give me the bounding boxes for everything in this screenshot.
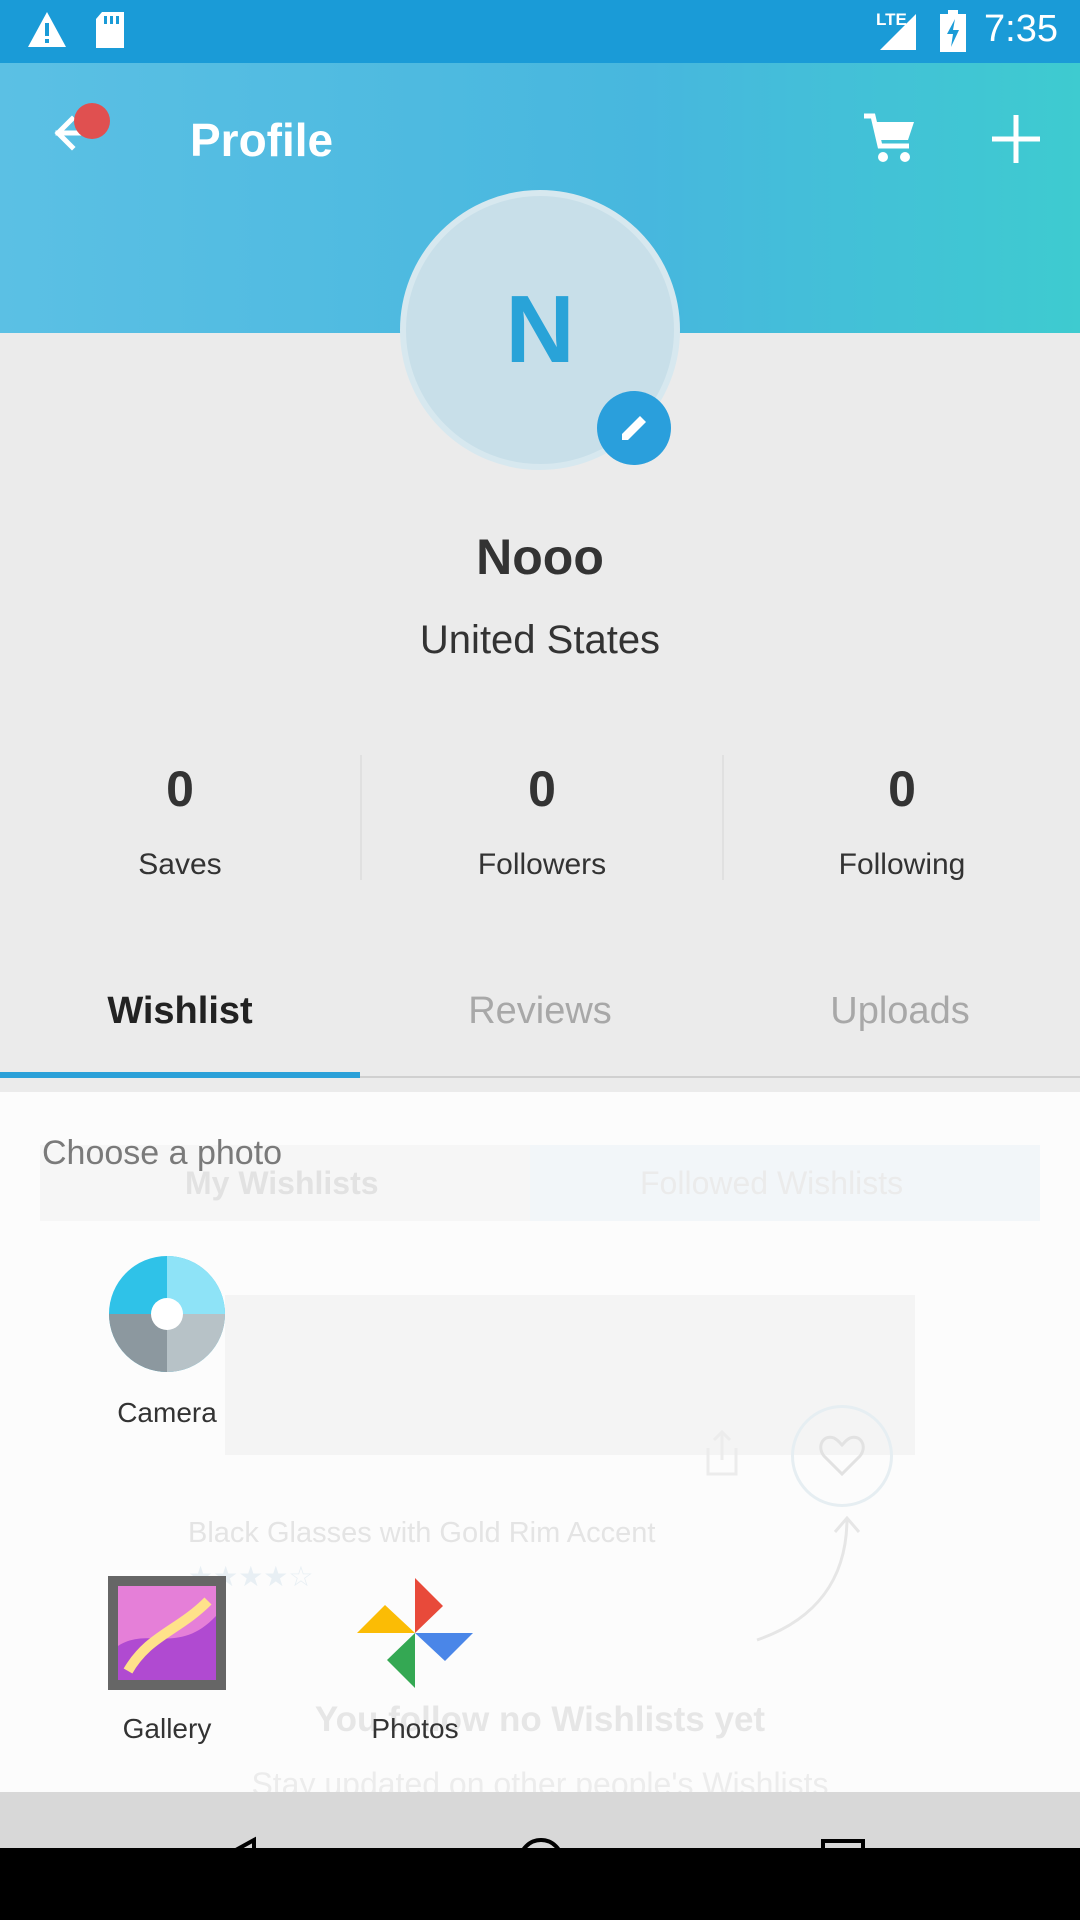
share-icon xyxy=(700,1428,744,1483)
stat-label: Followers xyxy=(477,848,607,881)
recents-square-icon xyxy=(821,1839,865,1883)
profile-country: United States xyxy=(419,618,661,662)
product-title: Black Glasses with Gold Rim Accent xyxy=(188,1517,656,1549)
arrow-icon xyxy=(755,1510,875,1650)
cart-icon xyxy=(864,113,914,162)
pencil-icon xyxy=(622,416,646,440)
edit-avatar-button[interactable] xyxy=(597,391,671,465)
chooser-app-gallery[interactable]: Gallery xyxy=(92,1576,242,1745)
add-button[interactable] xyxy=(990,113,1042,170)
plus-icon xyxy=(992,115,1040,163)
camera-icon xyxy=(109,1256,225,1372)
chooser-label-photos: Photos xyxy=(371,1713,459,1744)
chooser-title: Choose a photo xyxy=(42,1134,283,1172)
network-type: LTE xyxy=(876,10,907,29)
stat-value: 0 xyxy=(888,761,916,817)
stat-value: 0 xyxy=(166,761,194,817)
chooser-label-gallery: Gallery xyxy=(122,1713,212,1744)
sd-card-icon xyxy=(94,10,126,55)
nav-home-button[interactable] xyxy=(516,1836,566,1891)
profile-name: Nooo xyxy=(476,529,604,585)
gallery-icon xyxy=(108,1576,226,1690)
heart-icon xyxy=(791,1405,893,1507)
chooser-label-camera: Camera xyxy=(117,1397,217,1428)
tab-indicator xyxy=(0,1072,360,1078)
chooser-app-photos[interactable]: Photos xyxy=(340,1576,490,1745)
avatar-initial: N xyxy=(505,276,575,383)
stat-saves[interactable]: 0 Saves xyxy=(0,760,360,882)
chooser-app-camera[interactable]: Camera xyxy=(92,1254,242,1429)
battery-charging-icon xyxy=(940,10,966,57)
status-time: 7:35 xyxy=(984,8,1058,50)
photos-icon xyxy=(357,1578,473,1688)
tab-reviews[interactable]: Reviews xyxy=(360,990,720,1033)
back-triangle-icon xyxy=(211,1836,256,1886)
notification-dot xyxy=(74,103,110,139)
page-title: Profile xyxy=(190,114,334,166)
stat-followers[interactable]: 0 Followers xyxy=(362,760,722,882)
stat-following[interactable]: 0 Following xyxy=(722,760,1080,882)
stat-value: 0 xyxy=(528,761,556,817)
cart-button[interactable] xyxy=(862,110,918,171)
subtab-followed-wishlists: Followed Wishlists xyxy=(640,1165,904,1201)
stat-label: Saves xyxy=(138,848,222,881)
warning-icon xyxy=(26,10,68,55)
nav-recents-button[interactable] xyxy=(820,1838,866,1889)
home-circle-icon xyxy=(518,1838,564,1884)
nav-back-button[interactable] xyxy=(211,1836,258,1891)
stat-label: Following xyxy=(838,848,966,881)
status-bar: LTE 7:35 xyxy=(0,0,1080,63)
tab-uploads[interactable]: Uploads xyxy=(720,990,1080,1033)
tab-wishlist[interactable]: Wishlist xyxy=(0,990,360,1033)
